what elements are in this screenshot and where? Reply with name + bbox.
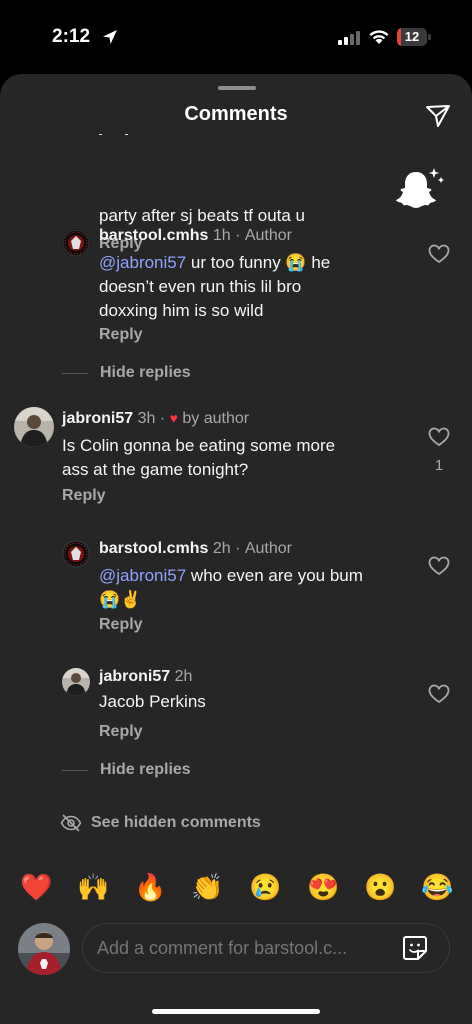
hide-replies-button[interactable]: Hide replies [100,761,191,779]
separator-dot: · [235,227,241,244]
cellular-signal-icon [338,31,360,45]
comment-time: 3h [137,410,156,427]
separator-dot: · [159,410,166,427]
comment-username[interactable]: jabroni57 [62,410,133,427]
emoji-heart-eyes[interactable]: 😍 [307,872,339,902]
comment-time: 1h [212,227,231,244]
comment-text: party after sj beats tf outa u [99,206,306,225]
emoji-crying[interactable]: 😢 [249,872,281,902]
comment-username[interactable]: barstool.cmhs [99,540,208,557]
status-time: 2:12 [52,26,91,47]
comment-time: 2h [174,668,193,685]
comment-text: @jabroni57 ur too funny 😭 he doesn’t eve… [99,251,389,323]
emoji-surprised[interactable]: 😮 [364,872,396,902]
emoji-raised-hands[interactable]: 🙌 [77,872,109,902]
thread-line [62,373,88,374]
comment-text-line: who even are you bum [186,566,363,585]
liked-by-author-label: by author [182,410,250,427]
comment-header: jabroni57 2h [99,668,192,686]
comment-header: barstool.cmhs 1h · Author [99,227,292,245]
comment-text: @jabroni57 who even are you bum 😭✌️ [99,564,399,612]
heart-icon[interactable] [428,244,450,264]
comment-header: jabroni57 3h · ♥ by author [62,410,249,428]
heart-icon[interactable] [428,556,450,576]
heart-icon[interactable] [428,684,450,704]
comment-item: party after sj beats tf outa u Reply [0,134,472,252]
comment-text-line: doesn’t even run this lil bro [99,277,302,296]
avatar[interactable] [62,668,90,696]
location-arrow-icon [103,30,117,44]
comment-composer [0,917,472,983]
sheet-grabber[interactable] [218,86,256,90]
comment-text-line: Is Colin gonna be eating some more [62,436,336,455]
status-bar: 2:12 12 [0,0,472,74]
emoji-heart[interactable]: ❤️ [20,872,52,902]
sheet-title: Comments [184,103,288,125]
hide-replies-button[interactable]: Hide replies [100,364,191,382]
comment-emoji-line: 😭✌️ [99,590,142,609]
home-indicator[interactable] [152,1009,320,1014]
comment-text: Is Colin gonna be eating some more ass a… [62,434,392,482]
reply-button[interactable]: Reply [62,487,106,505]
mention-link[interactable]: @jabroni57 [99,566,186,585]
author-badge: Author [244,540,292,557]
paper-plane-icon[interactable] [424,102,452,130]
wifi-icon [369,30,389,44]
cut-text-fragment [99,134,129,140]
separator-dot: · [235,540,241,557]
emoji-laughing[interactable]: 😂 [421,872,453,902]
avatar[interactable] [14,407,54,447]
author-badge: Author [244,227,292,244]
eye-slash-icon [60,814,82,832]
comment-username[interactable]: barstool.cmhs [99,227,208,244]
comments-sheet: Comments party after sj beats tf outa u … [0,74,472,1024]
my-avatar [18,923,70,975]
comment-time: 2h [212,540,231,557]
mention-link[interactable]: @jabroni57 [99,253,186,272]
see-hidden-comments-label: See hidden comments [91,814,261,831]
heart-icon[interactable] [428,427,450,447]
comment-text: Jacob Perkins [99,692,206,711]
comment-text-line: doxxing him is so wild [99,301,264,320]
comment-text-line: ass at the game tonight? [62,460,249,479]
reply-button[interactable]: Reply [99,326,143,344]
thread-line [62,770,88,771]
comment-input[interactable] [82,923,450,973]
sticker-icon[interactable] [401,934,429,962]
comment-username[interactable]: jabroni57 [99,668,170,685]
emoji-clap[interactable]: 👏 [191,872,223,902]
emoji-quick-bar: ❤️ 🙌 🔥 👏 😢 😍 😮 😂 [0,872,472,908]
reply-button[interactable]: Reply [99,723,143,741]
battery-level: 12 [404,29,420,44]
liked-by-author-heart-icon: ♥ [169,410,178,426]
avatar[interactable] [62,229,90,257]
emoji-fire[interactable]: 🔥 [134,872,166,902]
comment-text-line: ur too funny 😭 he [186,253,331,272]
reply-button[interactable]: Reply [99,616,143,634]
like-count[interactable]: 1 [428,457,450,474]
avatar[interactable] [62,540,90,568]
comment-header: barstool.cmhs 2h · Author [99,540,292,558]
battery-icon: 12 [397,28,431,46]
